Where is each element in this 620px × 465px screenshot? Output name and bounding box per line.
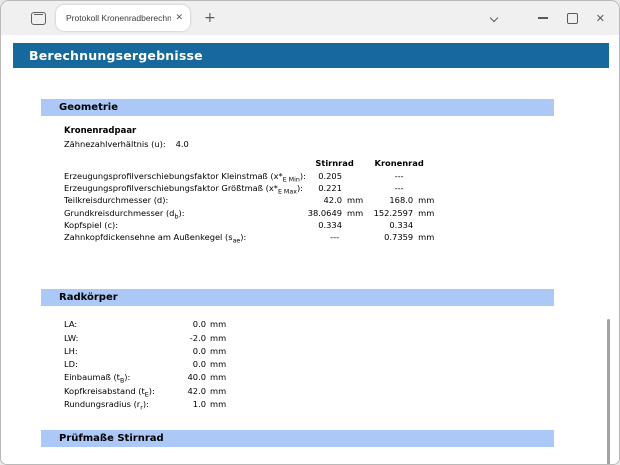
table-row: Teilkreisdurchmesser (d):42.0mm168.0mm [64,194,435,206]
tab-close-icon[interactable]: ✕ [171,14,183,23]
section-header-radkoerper: Radkörper [41,289,554,306]
table-row: Erzeugungsprofilverschiebungsfaktor Größ… [64,182,435,194]
col-header-stirnrad: Stirnrad [306,158,363,170]
minimize-button[interactable] [538,17,548,18]
list-item: Kopfkreisabstand (tE):42.0mm [64,385,230,398]
section-radkoerper: Radkörper LA:0.0mmLW:-2.0mmLH:0.0mmLD:0.… [41,289,554,411]
list-item: LW:-2.0mm [64,332,230,345]
ratio-value: 4.0 [176,139,189,149]
table-row: Grundkreisdurchmesser (db):38.0649mm152.… [64,207,435,219]
report-page: Berechnungsergebnisse Geometrie Kronenra… [1,43,619,465]
close-button[interactable]: ✕ [596,13,605,24]
list-item: Einbaumaß (tB):40.0mm [64,371,230,384]
subheading-kronenradpaar: Kronenradpaar [64,126,554,136]
tab-title: Protokoll Kronenradberechnung [66,13,171,23]
new-tab-button[interactable]: + [204,11,216,25]
title-bar: Protokoll Kronenradberechnung ✕ + ✕ [1,1,619,35]
radkoerper-table: LA:0.0mmLW:-2.0mmLH:0.0mmLD:0.0mmEinbaum… [64,318,230,411]
list-item: Rundungsradius (rr):1.0mm [64,398,230,411]
table-header-row: Stirnrad Kronenrad [64,158,435,170]
ratio-label: Zähnezahlverhältnis (u): [64,139,166,149]
maximize-button[interactable] [567,13,578,24]
list-item: LA:0.0mm [64,318,230,331]
tab-protokoll-kronenradberechnung[interactable]: Protokoll Kronenradberechnung ✕ [56,5,190,31]
window-icon [31,12,46,25]
list-item: LH:0.0mm [64,345,230,358]
window-controls: ✕ [490,1,619,35]
section-pruefmasse: Prüfmaße Stirnrad [41,430,554,447]
section-header-geometrie: Geometrie [41,99,554,116]
col-header-kronenrad: Kronenrad [363,158,435,170]
section-geometrie: Geometrie Kronenradpaar Zähnezahlverhält… [41,99,554,243]
table-row: Zahnkopfdickensehne am Außenkegel (sae):… [64,231,435,243]
list-item: LD:0.0mm [64,358,230,371]
app-window: Protokoll Kronenradberechnung ✕ + ✕ Bere… [0,0,620,465]
geometry-table: Stirnrad Kronenrad Erzeugungsprofilversc… [64,158,435,243]
ratio-row: Zähnezahlverhältnis (u): 4.0 [64,139,554,149]
vertical-scrollbar-thumb[interactable] [607,319,610,465]
page-title: Berechnungsergebnisse [13,43,609,68]
table-row: Erzeugungsprofilverschiebungsfaktor Klei… [64,170,435,182]
section-header-pruefmasse: Prüfmaße Stirnrad [41,430,554,447]
chevron-down-icon[interactable] [490,14,498,22]
table-row: Kopfspiel (c):0.3340.334 [64,219,435,231]
